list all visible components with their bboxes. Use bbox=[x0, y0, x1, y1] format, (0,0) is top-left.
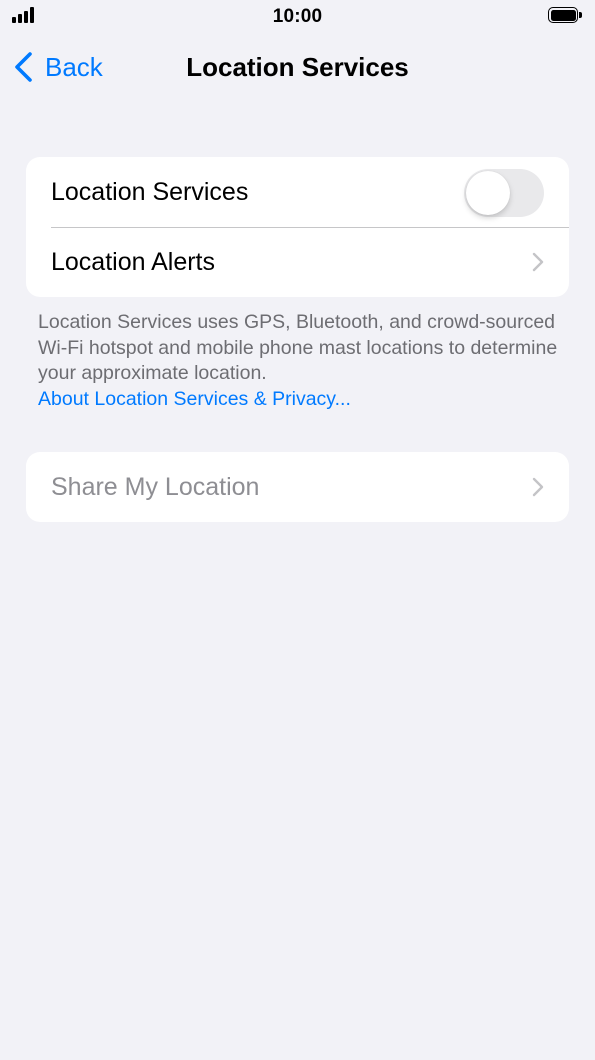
location-settings-group: Location Services Location Alerts bbox=[26, 157, 569, 297]
location-services-row: Location Services bbox=[26, 157, 569, 227]
location-alerts-label: Location Alerts bbox=[51, 247, 215, 276]
navigation-bar: Back Location Services bbox=[0, 40, 595, 94]
page-title: Location Services bbox=[186, 52, 409, 82]
toggle-knob bbox=[466, 171, 510, 215]
privacy-link[interactable]: About Location Services & Privacy... bbox=[38, 387, 558, 413]
battery-full-icon bbox=[548, 7, 584, 25]
share-my-location-label: Share My Location bbox=[51, 472, 260, 501]
location-alerts-row[interactable]: Location Alerts bbox=[26, 227, 569, 297]
share-my-location-row[interactable]: Share My Location bbox=[26, 452, 569, 522]
chevron-right-icon bbox=[532, 477, 544, 497]
share-location-group: Share My Location bbox=[26, 452, 569, 522]
status-time: 10:00 bbox=[272, 6, 323, 27]
chevron-right-icon bbox=[532, 252, 544, 272]
status-bar: 10:00 bbox=[0, 0, 595, 34]
location-services-label: Location Services bbox=[51, 177, 249, 206]
location-services-toggle[interactable] bbox=[464, 169, 544, 217]
location-services-footer: Location Services uses GPS, Bluetooth, a… bbox=[38, 310, 558, 412]
footer-description: Location Services uses GPS, Bluetooth, a… bbox=[38, 311, 558, 384]
